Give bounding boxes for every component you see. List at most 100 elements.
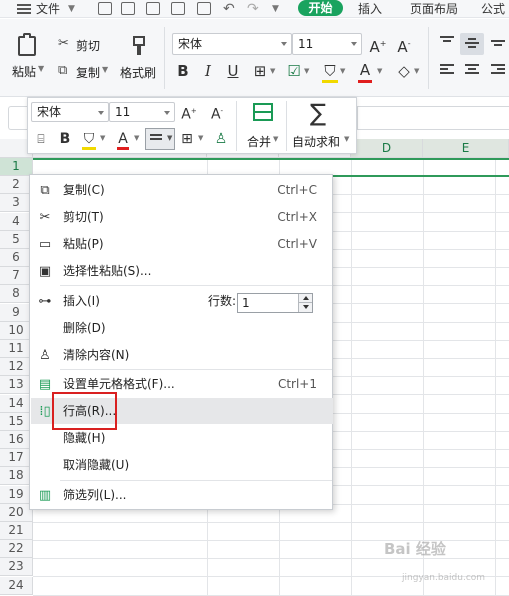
row-height-icon: ⁞▯: [39, 404, 51, 419]
chevron-down-icon[interactable]: ▼: [68, 1, 75, 17]
file-menu[interactable]: 文件: [36, 1, 60, 17]
chevron-down-icon[interactable]: ▼: [414, 67, 419, 75]
chevron-down-icon[interactable]: ▼: [134, 134, 139, 142]
row-header-22[interactable]: 22: [0, 540, 33, 558]
chevron-down-icon: ▼: [344, 135, 350, 143]
menu-item-label: 复制(C): [63, 183, 105, 197]
format-painter-icon[interactable]: ♙: [212, 130, 230, 148]
watermark: Bai 经验: [384, 540, 446, 558]
row-header-21[interactable]: 21: [0, 522, 33, 540]
chevron-down-icon[interactable]: ▼: [340, 67, 345, 75]
align-left-icon[interactable]: [440, 64, 454, 76]
chevron-down-icon[interactable]: ▼: [102, 65, 108, 74]
fill-color-icon[interactable]: ⛉: [320, 61, 340, 81]
context-menu: ⧉ 复制(C) Ctrl+C ✂ 剪切(T) Ctrl+X ▭ 粘贴(P) Ct…: [29, 174, 333, 510]
undo-icon[interactable]: ↶: [223, 1, 235, 17]
column-header-e[interactable]: E: [423, 139, 509, 158]
menu-item-cut[interactable]: ✂ 剪切(T) Ctrl+X: [31, 204, 333, 230]
chevron-down-icon[interactable]: ▼: [38, 64, 44, 73]
filter-columns-icon: ▥: [38, 488, 52, 503]
tab-insert[interactable]: 插入: [358, 1, 382, 17]
copy-button[interactable]: 复制: [76, 64, 100, 81]
chevron-down-icon[interactable]: ▼: [304, 67, 309, 75]
bold-icon[interactable]: B: [173, 61, 193, 81]
formula-bar[interactable]: [357, 106, 509, 130]
divider: [164, 27, 165, 89]
bold-icon[interactable]: B: [56, 130, 74, 148]
tab-home[interactable]: 开始: [298, 0, 343, 16]
cut-button[interactable]: 剪切: [76, 37, 100, 54]
paste-button[interactable]: 粘贴 ▼: [10, 33, 46, 83]
wrap-text-icon[interactable]: ⌸: [32, 130, 50, 148]
menu-item-delete[interactable]: 删除(D): [31, 315, 333, 341]
font-name-select[interactable]: 宋体: [172, 33, 292, 55]
grow-font-icon[interactable]: A+: [180, 102, 198, 123]
align-right-icon[interactable]: [491, 64, 505, 76]
scissors-icon: ✂: [39, 210, 51, 225]
menu-separator: [60, 480, 332, 481]
align-center-button[interactable]: ▼: [145, 128, 175, 150]
font-color-swatch: [117, 147, 129, 150]
chevron-down-icon: [164, 111, 170, 115]
conditional-format-icon[interactable]: ☑: [284, 61, 304, 81]
menu-item-clear-contents[interactable]: ♙ 清除内容(N): [31, 342, 333, 368]
borders-icon[interactable]: ⊞: [178, 130, 196, 148]
row-header-24[interactable]: 24: [0, 577, 33, 595]
stepper-down-icon[interactable]: [298, 303, 312, 312]
row-header-23[interactable]: 23: [0, 558, 33, 576]
column-header-d[interactable]: D: [351, 139, 423, 158]
print-icon[interactable]: [171, 2, 185, 15]
menu-item-paste[interactable]: ▭ 粘贴(P) Ctrl+V: [31, 231, 333, 257]
redo-icon[interactable]: ↷: [247, 1, 259, 17]
paste-label: 粘贴: [12, 65, 37, 79]
tab-formulas[interactable]: 公式: [481, 1, 505, 17]
align-bottom-icon[interactable]: [491, 36, 505, 48]
font-size-select[interactable]: 11: [292, 33, 362, 55]
underline-icon[interactable]: U: [223, 61, 243, 81]
row-count-label: 行数:: [208, 294, 237, 308]
chevron-down-icon: [98, 111, 104, 115]
eraser-icon: ♙: [39, 348, 51, 363]
ribbon: 粘贴 ▼ ✂ 剪切 ⧉ 复制 ▼ 格式刷 宋体 11 A+ A- B I U ⊞…: [0, 19, 509, 97]
stepper-up-icon[interactable]: [298, 294, 312, 303]
tab-page-layout[interactable]: 页面布局: [410, 1, 458, 17]
font-color-icon[interactable]: A: [114, 130, 132, 148]
grid-line: [33, 522, 509, 523]
pdf-export-icon[interactable]: [146, 2, 160, 15]
menu-item-label: 取消隐藏(U): [63, 458, 130, 472]
autosum-button[interactable]: ∑ 自动求和 ▼: [290, 99, 354, 151]
format-painter-button[interactable]: 格式刷: [120, 64, 156, 81]
italic-icon[interactable]: I: [198, 61, 218, 81]
chevron-down-icon[interactable]: ▼: [198, 134, 203, 142]
align-center-icon[interactable]: [465, 64, 479, 76]
merge-button[interactable]: 合并 ▼: [243, 101, 283, 151]
align-top-icon[interactable]: [440, 36, 454, 48]
menu-icon[interactable]: [17, 4, 31, 14]
chevron-down-icon[interactable]: ▼: [270, 67, 275, 75]
shrink-font-icon[interactable]: A-: [208, 102, 226, 123]
mini-font-size-select[interactable]: 11: [109, 102, 175, 122]
row-count-stepper[interactable]: 1: [237, 293, 313, 313]
save-icon[interactable]: [121, 2, 135, 15]
mini-font-name-select[interactable]: 宋体: [31, 102, 109, 122]
borders-icon[interactable]: ⊞: [250, 61, 270, 81]
highlight-annotation: [52, 392, 117, 430]
menu-item-unhide[interactable]: 取消隐藏(U): [31, 452, 333, 478]
menu-item-insert[interactable]: ⊶ 插入(I) 行数: 1: [31, 288, 333, 314]
menu-item-label: 粘贴(P): [63, 237, 104, 251]
name-box[interactable]: [8, 106, 28, 130]
fill-color-icon[interactable]: ⛉: [80, 130, 98, 148]
menu-item-filter-columns[interactable]: ▥ 筛选列(L)...: [31, 482, 333, 508]
menu-item-label: 选择性粘贴(S)...: [63, 264, 152, 278]
print-preview-icon[interactable]: [197, 2, 211, 15]
menu-item-paste-special[interactable]: ▣ 选择性粘贴(S)...: [31, 258, 333, 284]
clear-format-icon[interactable]: ◇: [394, 61, 414, 81]
open-folder-icon[interactable]: [98, 2, 112, 15]
quick-access-dropdown-icon[interactable]: ▼: [272, 1, 279, 17]
chevron-down-icon[interactable]: ▼: [377, 67, 382, 75]
font-color-icon[interactable]: A: [355, 60, 375, 80]
chevron-down-icon[interactable]: ▼: [100, 134, 105, 142]
grow-font-icon[interactable]: A+: [368, 34, 388, 56]
shrink-font-icon[interactable]: A-: [394, 34, 414, 56]
menu-item-copy[interactable]: ⧉ 复制(C) Ctrl+C: [31, 177, 333, 203]
